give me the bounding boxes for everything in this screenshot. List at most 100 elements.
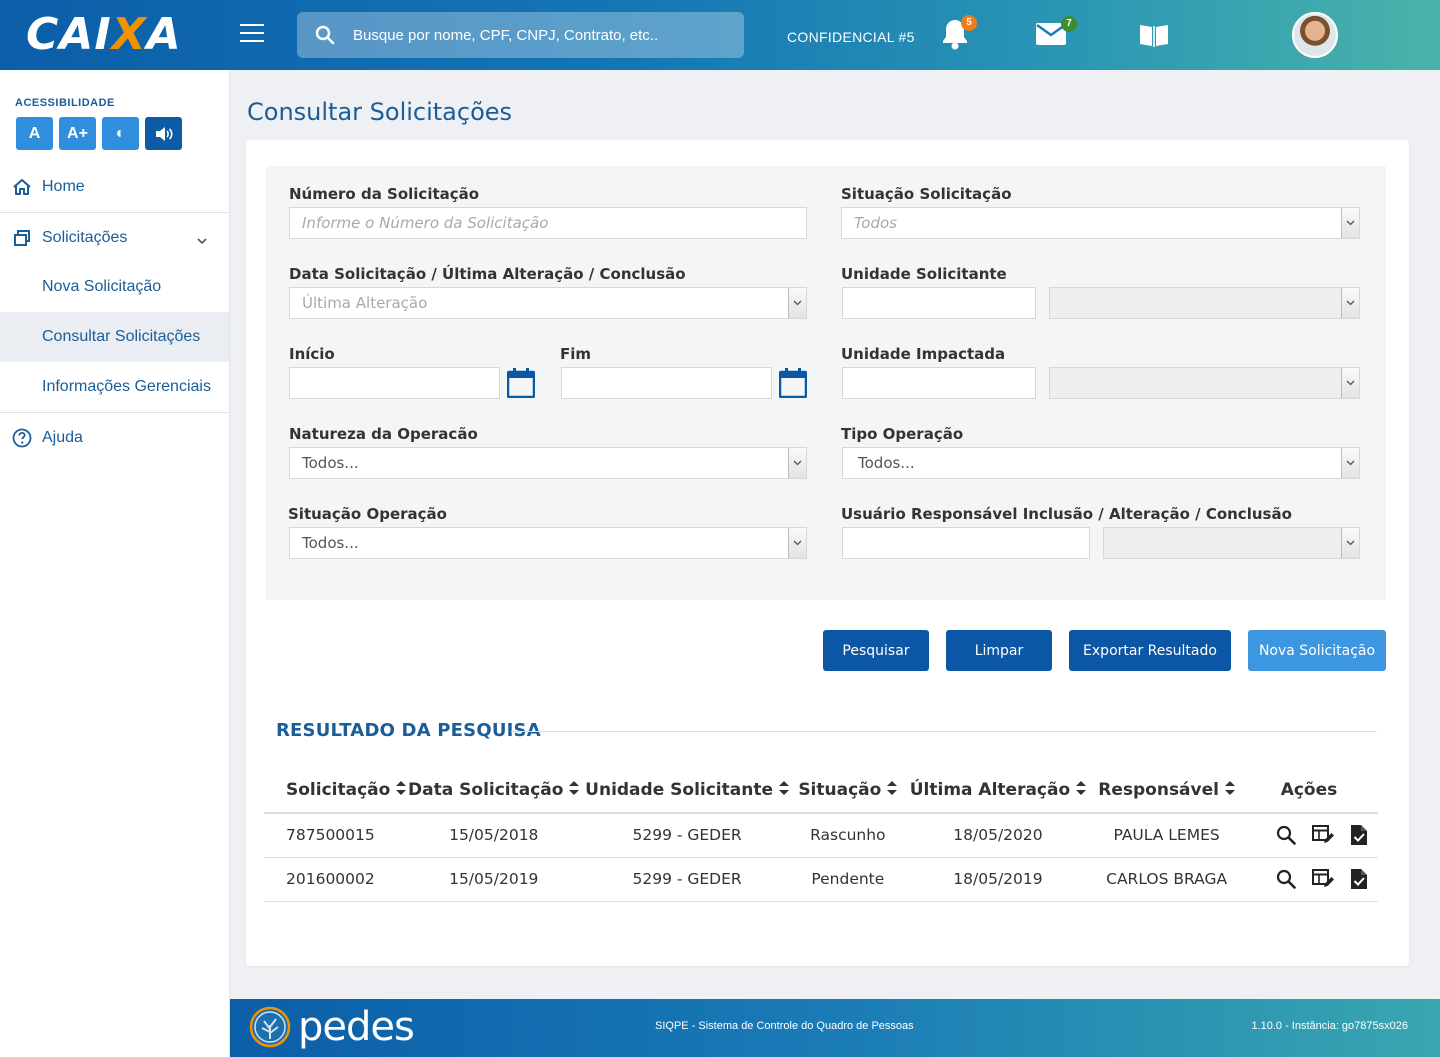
- sort-icon: [887, 780, 898, 800]
- cell-ultima-alteracao: 18/05/2020: [902, 813, 1094, 858]
- home-icon: [12, 178, 32, 196]
- chevron-down-icon: [788, 448, 806, 478]
- results-title: RESULTADO DA PESQUISA: [276, 720, 541, 741]
- pedes-brand: pedes: [298, 1004, 415, 1050]
- sidebar-item-label: Nova Solicitação: [42, 278, 162, 295]
- situacao-operacao-select[interactable]: Todos...: [289, 527, 807, 559]
- contrast-icon[interactable]: ◐: [102, 117, 139, 150]
- sidebar-item-consultar-solicitacoes[interactable]: Consultar Solicitações: [0, 312, 229, 362]
- fim-input[interactable]: [561, 367, 772, 399]
- col-situacao[interactable]: Situação: [792, 768, 903, 814]
- tipo-operacao-select[interactable]: Todos...: [842, 447, 1360, 479]
- mail-icon[interactable]: 7: [1035, 16, 1077, 51]
- chevron-down-icon: [1341, 448, 1359, 478]
- chevron-down-icon: [197, 232, 207, 250]
- chevron-down-icon: [1341, 368, 1359, 398]
- sidebar-item-home[interactable]: Home: [0, 162, 229, 212]
- cell-data: 15/05/2018: [406, 813, 582, 858]
- menu-icon[interactable]: [240, 24, 264, 44]
- sort-icon: [1224, 780, 1235, 800]
- col-data-solicitacao[interactable]: Data Solicitação: [406, 768, 582, 814]
- natureza-label: Natureza da Operacão: [289, 425, 478, 443]
- bell-icon[interactable]: 5: [941, 15, 977, 55]
- accessibility-buttons: A A+ ◐: [16, 117, 182, 150]
- results-table: Solicitação Data Solicitação Unidade Sol…: [264, 768, 1378, 902]
- col-responsavel[interactable]: Responsável: [1093, 768, 1240, 814]
- confidential-label: CONFIDENCIAL #5: [787, 29, 915, 45]
- global-search: [297, 12, 744, 58]
- data-label: Data Solicitação / Última Alteração / Co…: [289, 265, 686, 283]
- approve-document-icon[interactable]: [1350, 824, 1368, 846]
- col-solicitacao[interactable]: Solicitação: [264, 768, 407, 814]
- sidebar-item-solicitacoes[interactable]: Solicitações: [0, 212, 229, 262]
- version-info: 1.10.0 - Instância: go7875sx026: [1251, 1020, 1408, 1032]
- col-ultima-alteracao[interactable]: Última Alteração: [902, 768, 1094, 814]
- notifications-badge: 5: [961, 15, 977, 31]
- data-type-select[interactable]: Última Alteração: [289, 287, 807, 319]
- view-icon[interactable]: [1276, 825, 1296, 846]
- natureza-select[interactable]: Todos...: [289, 447, 807, 479]
- unidade-impactada-select[interactable]: [1049, 367, 1360, 399]
- sort-icon: [569, 780, 580, 800]
- search-icon[interactable]: [297, 25, 353, 45]
- sort-icon: [1076, 780, 1087, 800]
- chevron-down-icon: [1341, 208, 1359, 238]
- numero-input[interactable]: Informe o Número da Solicitação: [289, 207, 807, 239]
- usuario-select[interactable]: [1103, 527, 1360, 559]
- font-normal-button[interactable]: A: [16, 117, 53, 150]
- page-title: Consultar Solicitações: [247, 98, 513, 126]
- usuario-input[interactable]: [842, 527, 1090, 559]
- audio-icon[interactable]: [145, 117, 182, 150]
- usuario-label: Usuário Responsável Inclusão / Alteração…: [841, 505, 1292, 523]
- unidade-solicitante-input[interactable]: [842, 287, 1036, 319]
- sort-icon: [396, 780, 407, 800]
- view-icon[interactable]: [1276, 869, 1296, 889]
- calendar-icon[interactable]: [506, 368, 536, 403]
- edit-icon[interactable]: [1312, 825, 1334, 845]
- col-acoes: Ações: [1239, 768, 1378, 814]
- cell-unidade: 5299 - GEDER: [581, 857, 793, 902]
- cell-situacao: Rascunho: [792, 813, 903, 858]
- chevron-down-icon: [788, 528, 806, 558]
- pesquisar-button[interactable]: Pesquisar: [823, 630, 929, 671]
- inicio-input[interactable]: [289, 367, 500, 399]
- user-avatar[interactable]: [1292, 12, 1338, 58]
- limpar-button[interactable]: Limpar: [946, 630, 1052, 671]
- footer: pedes SIQPE - Sistema de Controle do Qua…: [230, 999, 1440, 1057]
- chevron-down-icon: [1341, 288, 1359, 318]
- sidebar-item-label: Solicitações: [42, 228, 128, 246]
- font-increase-button[interactable]: A+: [59, 117, 96, 150]
- top-header: CAIXA CONFIDENCIAL #5 5 7: [0, 0, 1440, 70]
- table-row: 787500015 15/05/2018 5299 - GEDER Rascun…: [264, 813, 1378, 858]
- tree-emblem-icon: [249, 1006, 291, 1048]
- unidade-impactada-input[interactable]: [842, 367, 1036, 399]
- sidebar-item-nova-solicitacao[interactable]: Nova Solicitação: [0, 262, 229, 312]
- nova-solicitacao-button[interactable]: Nova Solicitação: [1248, 630, 1386, 671]
- search-card: Número da Solicitação Informe o Número d…: [246, 140, 1409, 966]
- pedes-logo: pedes: [248, 1004, 415, 1050]
- cell-situacao: Pendente: [792, 857, 903, 902]
- sort-icon: [779, 780, 789, 800]
- filters-panel: Número da Solicitação Informe o Número d…: [266, 166, 1386, 600]
- calendar-icon[interactable]: [778, 368, 808, 403]
- sidebar-item-informacoes-gerenciais[interactable]: Informações Gerenciais: [0, 362, 229, 412]
- book-icon[interactable]: [1138, 22, 1170, 53]
- unidade-solicitante-label: Unidade Solicitante: [841, 265, 1007, 283]
- chevron-down-icon: [788, 288, 806, 318]
- numero-label: Número da Solicitação: [289, 185, 480, 203]
- cell-unidade: 5299 - GEDER: [581, 813, 793, 858]
- sidebar-item-label: Ajuda: [42, 428, 83, 446]
- cell-data: 15/05/2019: [406, 857, 582, 902]
- edit-icon[interactable]: [1312, 869, 1334, 889]
- unidade-solicitante-select[interactable]: [1049, 287, 1360, 319]
- tipo-operacao-label: Tipo Operação: [841, 425, 964, 443]
- approve-document-icon[interactable]: [1350, 868, 1368, 890]
- caixa-logo[interactable]: CAIXA: [26, 12, 182, 58]
- exportar-button[interactable]: Exportar Resultado: [1069, 630, 1231, 671]
- situacao-solicitacao-select[interactable]: Todos: [841, 207, 1360, 239]
- messages-badge: 7: [1061, 16, 1077, 32]
- sidebar-item-ajuda[interactable]: Ajuda: [0, 412, 229, 462]
- col-unidade-solicitante[interactable]: Unidade Solicitante: [581, 768, 793, 814]
- cell-acoes: [1239, 857, 1378, 902]
- search-input[interactable]: [353, 26, 723, 44]
